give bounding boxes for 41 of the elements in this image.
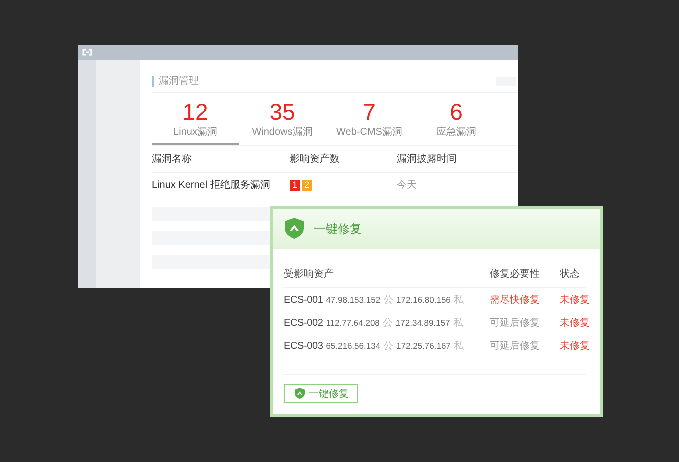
- public-ip: 112.77.64.208: [326, 318, 380, 328]
- dialog-title: 一键修复: [314, 220, 362, 238]
- repair-button[interactable]: 一键修复: [284, 384, 358, 403]
- section-title: 漏洞管理: [152, 76, 199, 86]
- private-ip: 172.16.80.156: [396, 294, 451, 304]
- ip-tag: 私: [453, 316, 464, 330]
- count-badge: 1: [290, 180, 300, 190]
- table-cell-text: Linux Kernel 拒绝服务漏洞: [152, 178, 272, 192]
- public-ip: 47.98.153.152: [326, 294, 381, 304]
- ip-tag: 公: [382, 316, 393, 330]
- private-ip: 172.25.76.167: [396, 340, 451, 350]
- column-header: 漏洞名称: [152, 153, 193, 166]
- stat-tab[interactable]: 7 Web-CMS漏洞: [326, 99, 413, 145]
- ip-tag: 私: [454, 338, 464, 352]
- ip-tag: 公: [384, 292, 394, 306]
- column-header: 影响资产数: [290, 152, 341, 166]
- stat-tab[interactable]: 12 Linux漏洞: [152, 99, 239, 145]
- stat-tab[interactable]: 35 Windows漏洞: [239, 99, 326, 145]
- status-text: 未修复: [560, 294, 590, 306]
- logo-icon: [82, 49, 93, 56]
- ip-tag: 私: [454, 292, 464, 306]
- asset-name: ECS-001: [284, 294, 324, 306]
- necessity-text: 可延后修复: [490, 340, 541, 352]
- status-text: 未修复: [560, 316, 590, 330]
- shield-icon: [295, 388, 305, 400]
- table-cell-text: 今天: [397, 179, 418, 192]
- column-header: 受影响资产: [284, 268, 335, 281]
- column-header: 漏洞披露时间: [397, 152, 458, 166]
- asset-name: ECS-002: [284, 318, 324, 328]
- count-badge: 2: [302, 180, 312, 190]
- column-header: 状态: [560, 268, 581, 281]
- stat-tab[interactable]: 6 应急漏洞: [413, 99, 500, 145]
- necessity-text: 需尽快修复: [490, 294, 541, 306]
- ip-tag: 公: [384, 338, 394, 352]
- private-ip: 172.34.89.157: [396, 318, 450, 328]
- status-text: 未修复: [560, 340, 590, 352]
- asset-name: ECS-003: [284, 340, 324, 352]
- shield-icon: [285, 218, 304, 240]
- public-ip: 65.216.56.134: [326, 340, 381, 350]
- column-header: 修复必要性: [490, 268, 541, 281]
- necessity-text: 可延后修复: [490, 316, 541, 330]
